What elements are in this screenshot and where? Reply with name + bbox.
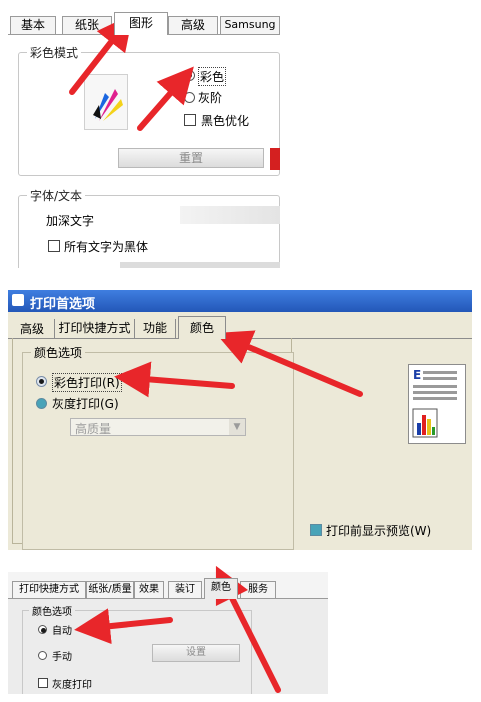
quality-select[interactable]: 高质量 ▼ [70,418,246,436]
tab-binding-3[interactable]: 装订 [168,581,202,598]
dropdown-arrow-icon: ▼ [229,419,245,435]
preview-label: 打印前显示预览(W) [326,524,432,538]
tab-strip: 基本 纸张 图形 高级 Samsung [8,0,280,35]
manual-label: 手动 [52,652,72,663]
darken-text-label: 加深文字 [46,214,95,228]
color-mode-icon [84,74,128,130]
window-title: 打印首选项 [30,297,96,312]
grayscale-radio-label: 灰阶 [198,91,223,105]
tab-paper[interactable]: 纸张 [62,16,112,34]
tab-basic[interactable]: 基本 [10,16,56,34]
color-radio-label: 彩色 [198,67,227,86]
color-radio[interactable] [184,70,195,81]
all-black-text-checkbox[interactable] [48,240,60,252]
tab-color-3[interactable]: 颜色 [204,578,238,599]
grayscale-print-radio[interactable] [36,398,47,409]
tab-shortcuts-2[interactable]: 打印快捷方式 [54,319,134,338]
grayscale-print-checkbox[interactable] [38,678,48,688]
tab-color-2[interactable]: 颜色 [178,316,226,339]
black-optimize-checkbox[interactable] [184,114,196,126]
svg-text:E: E [413,368,421,382]
bottom-strip [120,262,280,268]
color-options-legend-3: 颜色选项 [29,603,75,618]
panel-graphics-settings: 基本 纸张 图形 高级 Samsung 彩色模式 彩色 灰阶 黑色优化 重置 字… [8,0,280,268]
title-bar: 打印首选项 [8,290,472,312]
grayscale-radio[interactable] [184,92,195,103]
font-text-legend: 字体/文本 [27,187,86,204]
all-black-text-label: 所有文字为黑体 [64,240,149,254]
settings-button[interactable]: 设置 [152,644,240,662]
color-options-legend-2: 颜色选项 [31,344,86,361]
auto-radio[interactable] [38,625,47,634]
tab-paper-quality-3[interactable]: 纸张/质量 [86,581,134,598]
tab-shortcuts-3[interactable]: 打印快捷方式 [12,581,86,598]
darken-text-slider-track[interactable] [180,206,280,224]
tab-effects-3[interactable]: 效果 [134,581,164,598]
tab-strip-2: 高级 打印快捷方式 功能 颜色 [8,312,472,339]
tab-graphics[interactable]: 图形 [114,12,168,35]
reset-button[interactable]: 重置 [118,148,264,168]
tab-advanced[interactable]: 高级 [168,16,218,34]
printer-icon [12,294,24,306]
black-optimize-label: 黑色优化 [201,114,250,128]
preview-checkbox[interactable] [310,524,322,536]
color-mode-legend: 彩色模式 [27,44,82,61]
tab-strip-3: 打印快捷方式 纸张/质量 效果 装订 颜色 服务 [8,572,328,599]
page-preview-icon: E [408,364,466,444]
grayscale-print-label-3: 灰度打印 [52,680,92,691]
tab-features-2[interactable]: 功能 [134,319,176,338]
quality-select-value: 高质量 [75,422,112,436]
tab-advanced-2[interactable]: 高级 [12,319,52,338]
auto-label: 自动 [52,626,72,637]
tab-samsung[interactable]: Samsung [220,16,280,34]
color-print-radio[interactable] [36,376,47,387]
red-marker [270,148,280,170]
panel-print-preferences: 打印首选项 高级 打印快捷方式 功能 颜色 颜色选项 彩色打印(R) 灰度打印(… [8,290,472,550]
color-print-label: 彩色打印(R) [52,373,122,392]
panel-color-settings: 打印快捷方式 纸张/质量 效果 装订 颜色 服务 颜色选项 自动 手动 设置 灰… [8,572,328,694]
tab-services-3[interactable]: 服务 [240,581,276,598]
grayscale-print-label: 灰度打印(G) [52,397,119,411]
manual-radio[interactable] [38,651,47,660]
